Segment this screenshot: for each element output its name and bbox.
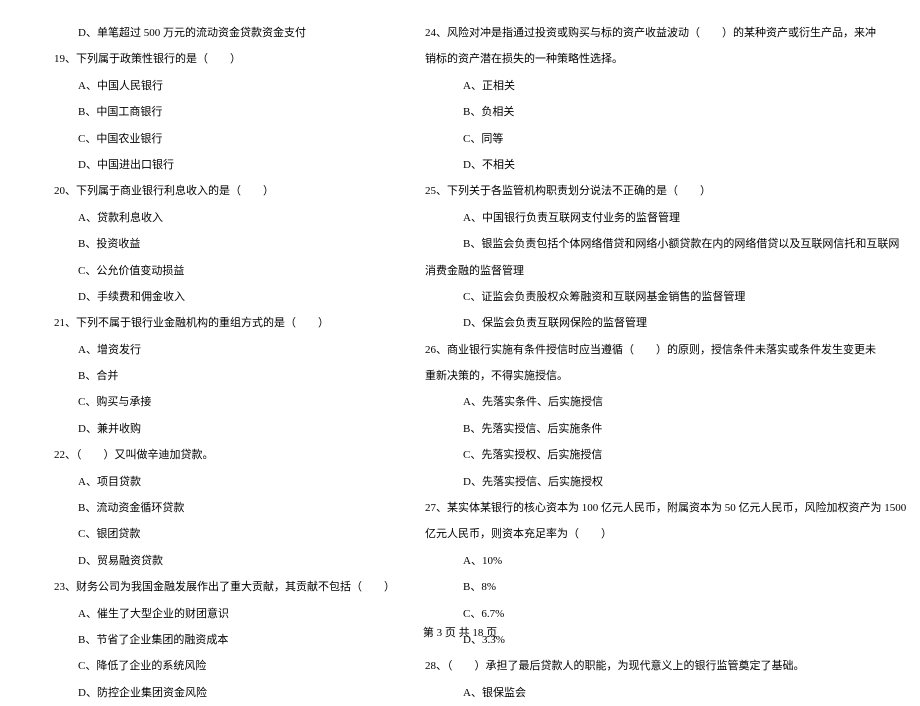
question-20: 20、下列属于商业银行利息收入的是（ ） — [40, 178, 395, 204]
question-27: 27、某实体某银行的核心资本为 100 亿元人民币，附属资本为 50 亿元人民币… — [425, 495, 906, 521]
option: A、中国银行负责互联网支付业务的监督管理 — [425, 205, 906, 231]
option: B、8% — [425, 574, 906, 600]
option: D、不相关 — [425, 152, 906, 178]
option: C、银团贷款 — [40, 521, 395, 547]
option: D、防控企业集团资金风险 — [40, 680, 395, 706]
option: C、中国农业银行 — [40, 126, 395, 152]
option: B、流动资金循环贷款 — [40, 495, 395, 521]
option: D、手续费和佣金收入 — [40, 284, 395, 310]
page-footer: 第 3 页 共 18 页 — [0, 624, 920, 640]
question-22: 22、（ ）又叫做辛迪加贷款。 — [40, 442, 395, 468]
option: D、兼并收购 — [40, 416, 395, 442]
option: A、银保监会 — [425, 680, 906, 706]
option: C、同等 — [425, 126, 906, 152]
option: D、贸易融资贷款 — [40, 548, 395, 574]
option: D、单笔超过 500 万元的流动资金贷款资金支付 — [40, 20, 395, 46]
right-column: 24、风险对冲是指通过投资或购买与标的资产收益波动（ ）的某种资产或衍生产品，来… — [425, 20, 906, 706]
option: C、证监会负责股权众筹融资和互联网基金销售的监督管理 — [425, 284, 906, 310]
option: D、先落实授信、后实施授权 — [425, 469, 906, 495]
question-27-cont: 亿元人民币，则资本充足率为（ ） — [425, 521, 906, 547]
option: B、负相关 — [425, 99, 906, 125]
question-21: 21、下列不属于银行业金融机构的重组方式的是（ ） — [40, 310, 395, 336]
option: C、购买与承接 — [40, 389, 395, 415]
option: C、先落实授权、后实施授信 — [425, 442, 906, 468]
option-cont: 消费金融的监督管理 — [425, 258, 906, 284]
option: B、银监会负责包括个体网络借贷和网络小额贷款在内的网络借贷以及互联网信托和互联网 — [425, 231, 906, 257]
option: B、中国工商银行 — [40, 99, 395, 125]
question-26: 26、商业银行实施有条件授信时应当遵循（ ）的原则，授信条件未落实或条件发生变更… — [425, 337, 906, 363]
option: A、正相关 — [425, 73, 906, 99]
question-28: 28、（ ）承担了最后贷款人的职能，为现代意义上的银行监管奠定了基础。 — [425, 653, 906, 679]
option: A、增资发行 — [40, 337, 395, 363]
option: B、合并 — [40, 363, 395, 389]
option: C、公允价值变动损益 — [40, 258, 395, 284]
option: C、降低了企业的系统风险 — [40, 653, 395, 679]
option: A、项目贷款 — [40, 469, 395, 495]
question-23: 23、财务公司为我国金融发展作出了重大贡献，其贡献不包括（ ） — [40, 574, 395, 600]
option: D、保监会负责互联网保险的监督管理 — [425, 310, 906, 336]
question-19: 19、下列属于政策性银行的是（ ） — [40, 46, 395, 72]
question-24: 24、风险对冲是指通过投资或购买与标的资产收益波动（ ）的某种资产或衍生产品，来… — [425, 20, 906, 46]
left-column: D、单笔超过 500 万元的流动资金贷款资金支付 19、下列属于政策性银行的是（… — [40, 20, 395, 706]
question-25: 25、下列关于各监管机构职责划分说法不正确的是（ ） — [425, 178, 906, 204]
option: A、贷款利息收入 — [40, 205, 395, 231]
option: D、中国进出口银行 — [40, 152, 395, 178]
question-24-cont: 销标的资产潜在损失的一种策略性选择。 — [425, 46, 906, 72]
option: B、投资收益 — [40, 231, 395, 257]
option: A、先落实条件、后实施授信 — [425, 389, 906, 415]
option: B、先落实授信、后实施条件 — [425, 416, 906, 442]
option: A、中国人民银行 — [40, 73, 395, 99]
content-columns: D、单笔超过 500 万元的流动资金贷款资金支付 19、下列属于政策性银行的是（… — [40, 20, 880, 706]
question-26-cont: 重新决策的，不得实施授信。 — [425, 363, 906, 389]
option: A、10% — [425, 548, 906, 574]
